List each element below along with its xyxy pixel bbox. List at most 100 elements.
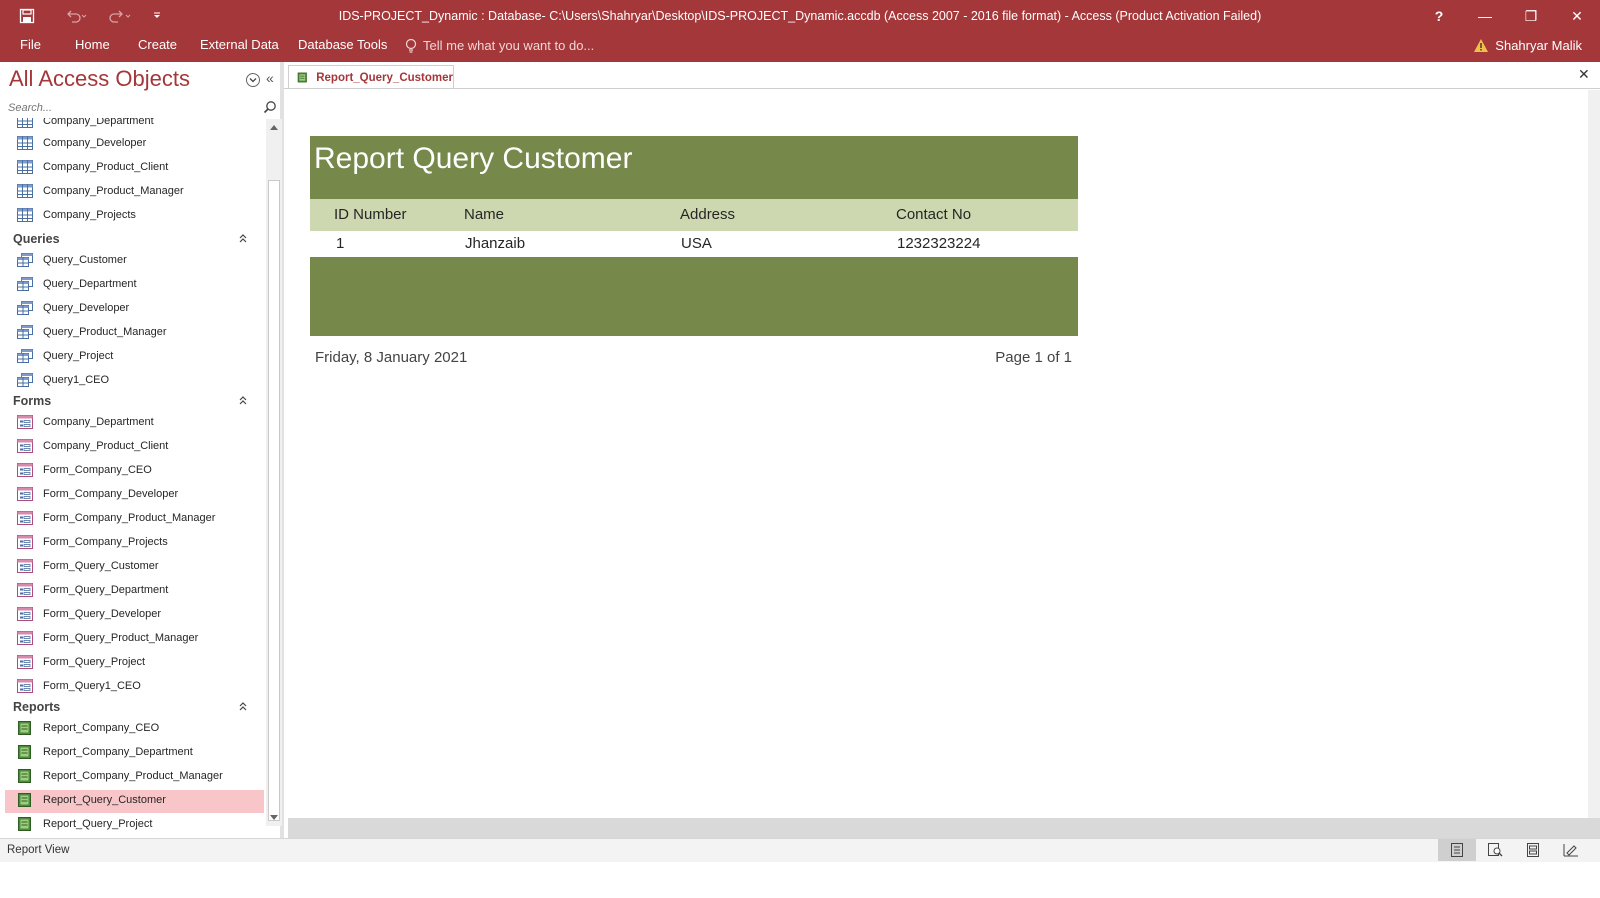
customize-toolbar-button[interactable] (142, 0, 172, 32)
list-item-form[interactable]: Form_Company_Projects (5, 532, 264, 555)
user-name: Shahryar Malik (1495, 38, 1582, 53)
query-name: Query_Developer (43, 302, 130, 314)
doc-tab-label: Report_Query_Customer (316, 71, 453, 84)
print-preview-button[interactable] (1476, 839, 1514, 861)
list-item-table[interactable]: Company_Developer (5, 133, 264, 156)
list-item-form[interactable]: Form_Query_Product_Manager (5, 628, 264, 651)
column-header: Address (680, 206, 736, 223)
list-item-table[interactable]: Company_Product_Client (5, 157, 264, 180)
report-footer-band (310, 257, 1078, 336)
list-item-report[interactable]: Report_Query_Project (5, 814, 264, 837)
cell-name: Jhanzaib (465, 235, 526, 252)
warning-icon (1474, 39, 1489, 52)
tab-home[interactable]: Home (75, 32, 110, 60)
close-document-icon[interactable]: ✕ (1578, 66, 1592, 82)
cell-id: 1 (336, 235, 345, 252)
list-item-form[interactable]: Form_Company_CEO (5, 460, 264, 483)
list-item-query[interactable]: Query_Department (5, 274, 264, 297)
list-item-form[interactable]: Form_Query_Project (5, 652, 264, 675)
list-item-report[interactable]: Report_Company_Department (5, 742, 264, 765)
scroll-down-button[interactable] (266, 810, 282, 826)
list-item-query[interactable]: Query_Project (5, 346, 264, 369)
list-item-query[interactable]: Query1_CEO (5, 370, 264, 393)
list-item-form[interactable]: Form_Query1_CEO (5, 676, 264, 699)
query-name: Query1_CEO (43, 374, 110, 386)
help-button[interactable]: ? (1416, 0, 1462, 32)
save-button[interactable] (0, 0, 54, 32)
list-item-form[interactable]: Form_Query_Developer (5, 604, 264, 627)
nav-search-input[interactable] (6, 99, 262, 117)
redo-button[interactable] (98, 0, 142, 32)
close-button[interactable]: ✕ (1554, 0, 1600, 32)
form-icon (17, 415, 33, 429)
redo-icon (109, 10, 131, 23)
group-header-forms[interactable]: Forms (13, 392, 263, 412)
scroll-thumb[interactable] (268, 180, 280, 821)
list-item-form[interactable]: Form_Company_Product_Manager (5, 508, 264, 531)
lightbulb-icon (405, 38, 417, 53)
report-horizontal-scrollbar[interactable] (288, 818, 1600, 838)
group-header-queries[interactable]: Queries (13, 230, 263, 250)
search-icon[interactable] (263, 100, 277, 114)
tab-database-tools[interactable]: Database Tools (298, 32, 387, 60)
collapse-group-icon[interactable] (238, 394, 248, 406)
report-vertical-scrollbar[interactable] (1588, 90, 1600, 818)
design-view-button[interactable] (1552, 839, 1590, 861)
form-icon (17, 631, 33, 645)
query-icon (17, 373, 33, 387)
column-header: Name (464, 206, 505, 223)
list-item-query[interactable]: Query_Customer (5, 250, 264, 273)
report-view-button[interactable] (1438, 839, 1476, 861)
list-item-form[interactable]: Form_Query_Department (5, 580, 264, 603)
report-name: Report_Company_Department (43, 746, 193, 758)
query-icon (17, 349, 33, 363)
restore-button[interactable]: ❐ (1508, 0, 1554, 32)
collapse-group-icon[interactable] (238, 232, 248, 244)
tab-report-query-customer[interactable]: Report_Query_Customer (288, 65, 454, 89)
list-item-table[interactable]: Company_Product_Manager (5, 181, 264, 204)
layout-view-button[interactable] (1514, 839, 1552, 861)
table-name: Company_Projects (43, 209, 136, 221)
form-icon (17, 559, 33, 573)
group-label: Forms (13, 394, 52, 408)
collapse-group-icon[interactable] (238, 700, 248, 712)
list-item-table[interactable]: Company_Projects (5, 205, 264, 228)
report-icon (18, 817, 31, 831)
list-item-form[interactable]: Form_Query_Customer (5, 556, 264, 579)
table-icon (17, 184, 33, 198)
shutter-bar-close-icon[interactable]: « (266, 71, 280, 87)
cell-address: USA (681, 235, 712, 252)
table-name: Company_Developer (43, 137, 147, 149)
user-account[interactable]: Shahryar Malik (1473, 32, 1582, 60)
save-icon (19, 8, 35, 24)
query-icon (17, 253, 33, 267)
list-item-report-selected[interactable]: Report_Query_Customer (5, 790, 264, 813)
report-date: Friday, 8 January 2021 (315, 349, 468, 366)
list-item-query[interactable]: Query_Developer (5, 298, 264, 321)
form-icon (17, 583, 33, 597)
nav-pane-title[interactable]: All Access Objects (9, 66, 190, 96)
tab-external-data[interactable]: External Data (200, 32, 279, 60)
group-header-reports[interactable]: Reports (13, 698, 263, 718)
form-name: Company_Product_Client (43, 440, 169, 452)
print-preview-icon (1488, 843, 1503, 857)
list-item-form[interactable]: Company_Department (5, 412, 264, 435)
undo-button[interactable] (54, 0, 98, 32)
tab-file[interactable]: File (20, 32, 41, 60)
list-item-form[interactable]: Form_Company_Developer (5, 484, 264, 507)
minimize-button[interactable]: — (1462, 0, 1508, 32)
list-item-form[interactable]: Company_Product_Client (5, 436, 264, 459)
tell-me-search[interactable]: Tell me what you want to do... (404, 32, 594, 60)
table-icon (17, 136, 33, 150)
nav-menu-icon[interactable] (245, 72, 261, 88)
form-icon (17, 679, 33, 693)
list-item-report[interactable]: Report_Company_CEO (5, 718, 264, 741)
chevron-down-icon (270, 815, 278, 820)
tab-create[interactable]: Create (138, 32, 177, 60)
form-icon (17, 463, 33, 477)
scroll-up-button[interactable] (266, 119, 282, 135)
nav-scrollbar[interactable] (266, 119, 282, 826)
list-item-query[interactable]: Query_Product_Manager (5, 322, 264, 345)
list-item-table[interactable]: Company_Department (5, 118, 264, 134)
list-item-report[interactable]: Report_Company_Product_Manager (5, 766, 264, 789)
